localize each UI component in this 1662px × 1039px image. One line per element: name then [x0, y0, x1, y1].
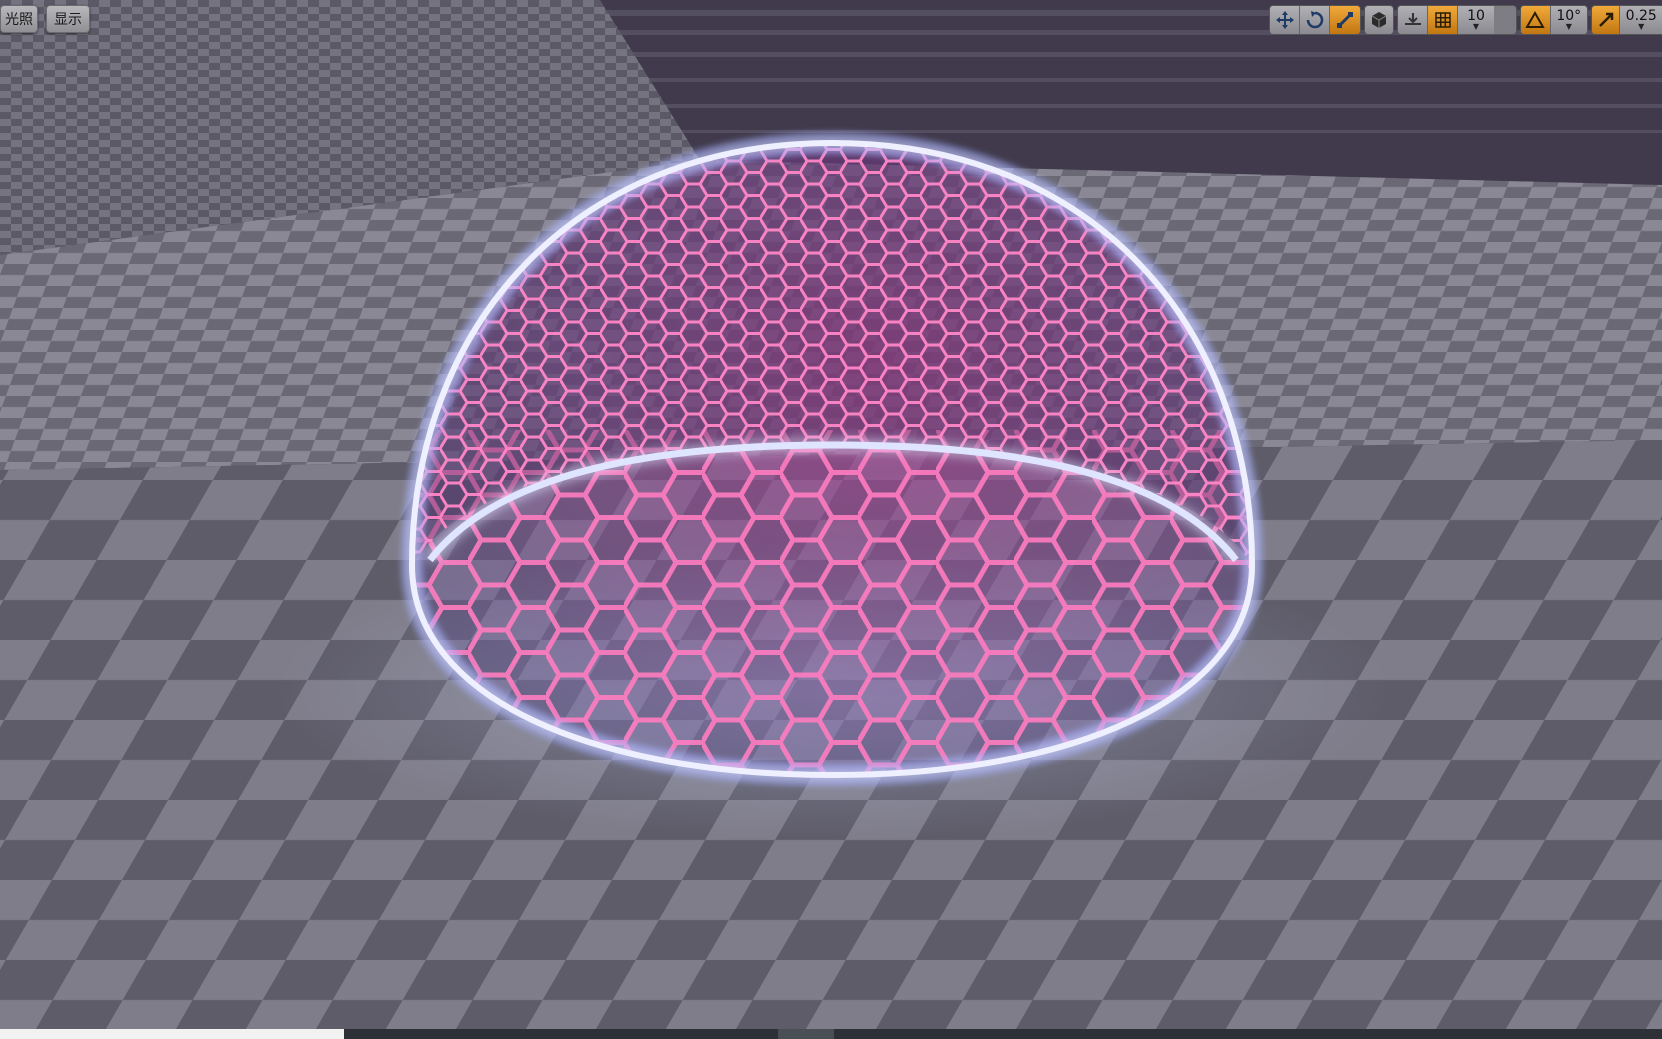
bottom-status-strip	[0, 1029, 1662, 1039]
transform-tools	[1269, 5, 1361, 35]
level-viewport[interactable]: 光照 显示 10 ▼ 10° ▼ 0.25 ▼	[0, 0, 1662, 1039]
translate-button[interactable]	[1270, 6, 1300, 34]
world-cube-icon	[1371, 12, 1387, 28]
chevron-down-icon: ▼	[1565, 22, 1572, 31]
scale-icon	[1337, 12, 1353, 28]
rotate-button[interactable]	[1300, 6, 1330, 34]
scale-button[interactable]	[1330, 6, 1360, 34]
rotation-snap-value-dropdown[interactable]: 10° ▼	[1550, 6, 1587, 34]
rotate-icon	[1306, 11, 1323, 29]
scale-arrow-icon	[1598, 12, 1613, 27]
grid-snap-toggle[interactable]	[1428, 6, 1458, 34]
chevron-down-icon: ▼	[1472, 22, 1480, 31]
coordinate-space-group	[1364, 5, 1394, 35]
world-local-toggle[interactable]	[1365, 6, 1393, 34]
grid-snap-value-dropdown[interactable]: 10 ▼	[1458, 6, 1494, 34]
surface-snap-icon	[1404, 13, 1421, 25]
scale-snap-value-dropdown[interactable]: 0.25 ▼	[1620, 6, 1662, 34]
status-strip-handle[interactable]	[778, 1029, 834, 1039]
grid-snap-group: 10 ▼	[1397, 5, 1517, 35]
surface-snap-toggle[interactable]	[1398, 6, 1428, 34]
scale-snap-value: 0.25	[1625, 8, 1657, 24]
status-strip-light-segment	[0, 1029, 344, 1039]
scale-snap-toggle[interactable]	[1592, 6, 1621, 34]
show-flags-button[interactable]: 显示	[46, 5, 90, 33]
chevron-down-icon: ▼	[1638, 22, 1645, 31]
grid-icon	[1434, 12, 1451, 28]
viewport-scene	[0, 0, 1662, 1039]
grid-snap-value: 10	[1467, 8, 1485, 24]
rotation-snap-value: 10°	[1556, 8, 1582, 24]
angle-triangle-icon	[1525, 10, 1545, 28]
rotation-snap-toggle[interactable]	[1521, 6, 1551, 34]
rotation-snap-group: 10° ▼	[1520, 5, 1588, 35]
lighting-mode-button[interactable]: 光照	[0, 5, 38, 33]
translate-arrows-icon	[1275, 11, 1294, 29]
scale-snap-group: 0.25 ▼	[1591, 5, 1662, 35]
